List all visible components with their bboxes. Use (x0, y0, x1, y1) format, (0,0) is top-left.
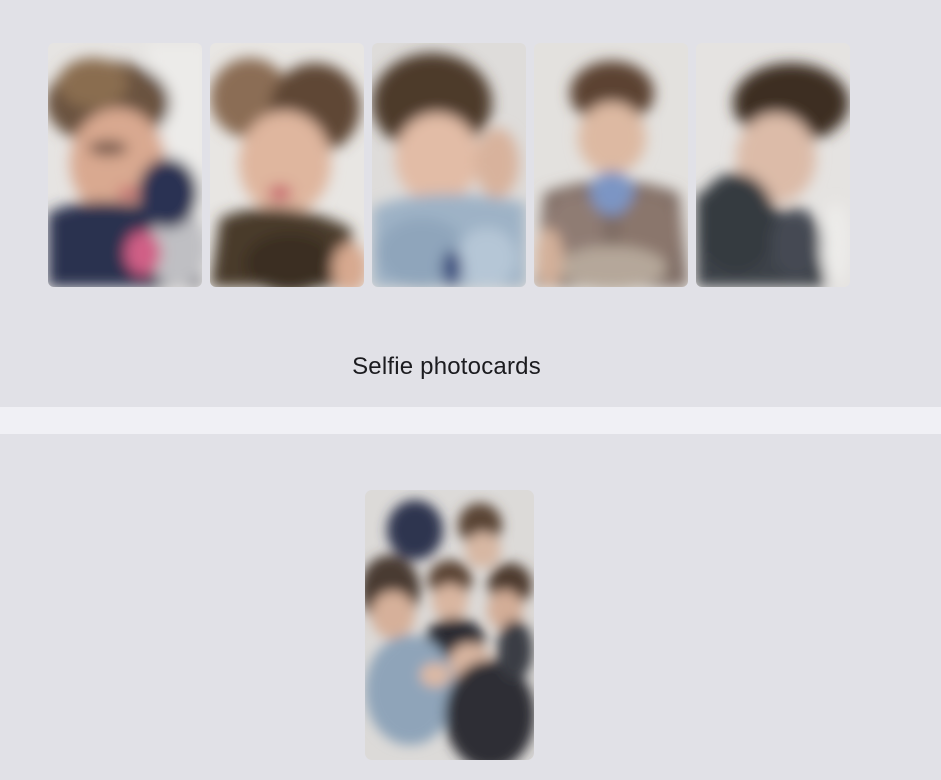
selfie-photocard-1[interactable] (48, 43, 202, 287)
selfie-photocard-2[interactable] (210, 43, 364, 287)
selfie-photocards-section: Selfie photocards (0, 0, 941, 407)
group-photocard[interactable] (365, 490, 534, 760)
section-caption: Selfie photocards (352, 353, 541, 380)
selfie-photocard-3[interactable] (372, 43, 526, 287)
selfie-photocard-5[interactable] (696, 43, 850, 287)
selfie-photocard-4[interactable] (534, 43, 688, 287)
section-divider (0, 407, 941, 434)
